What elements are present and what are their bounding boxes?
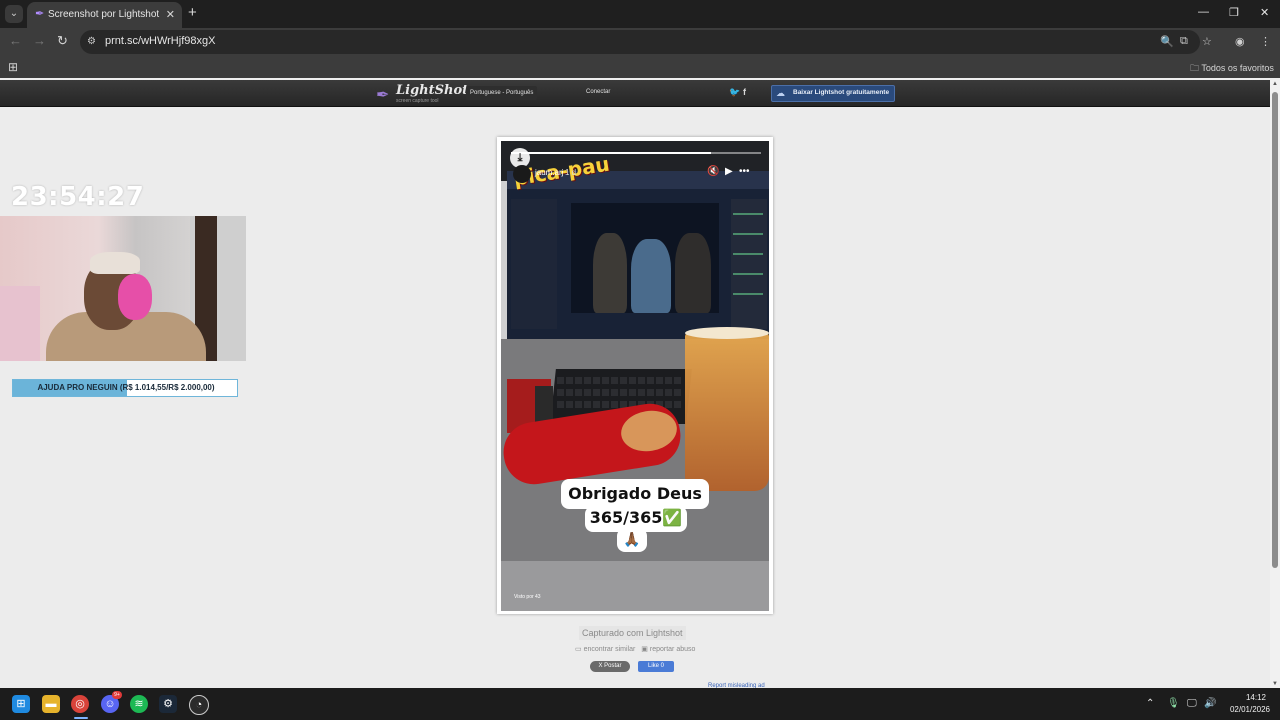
logo-tagline: screen capture tool xyxy=(396,98,439,104)
story-viewers: Visto por 43 xyxy=(514,594,541,600)
active-tab[interactable]: ✒ Screenshot por Lightshot ✕ xyxy=(27,2,182,28)
network-icon[interactable]: 🖵 xyxy=(1187,698,1197,709)
captured-with-lightshot[interactable]: Capturado com Lightshot xyxy=(579,626,686,640)
taskbar-date[interactable]: 02/01/2026 xyxy=(1224,705,1276,714)
find-similar-label: encontrar similar xyxy=(583,646,636,653)
url-text[interactable]: prnt.sc/wHWrHjf98xgX xyxy=(105,35,215,47)
forward-icon[interactable]: → xyxy=(33,34,46,47)
zoom-icon[interactable]: 🔍 xyxy=(1160,35,1174,48)
story-caption-line1: Obrigado Deus xyxy=(561,479,709,509)
lightshot-feather-icon: ✒ xyxy=(35,8,45,20)
stream-clock: 23:54:27 xyxy=(11,182,145,212)
download-label: Baixar Lightshot gratuitamente xyxy=(793,89,890,96)
tray-chevron-icon[interactable]: ⌃ xyxy=(1146,698,1154,709)
site-info-icon[interactable]: ⚙ xyxy=(87,36,96,47)
twitter-icon[interactable]: 🐦 xyxy=(729,87,740,98)
file-explorer-icon[interactable]: ▬ xyxy=(42,695,60,713)
lock-icon: ▣ xyxy=(641,646,648,653)
screenshot-image[interactable]: pica-pau ⤓ jaum.arj 1 d 🔇 ▶ ••• Obrigado… xyxy=(497,137,773,614)
more-icon: ••• xyxy=(739,166,750,177)
taskbar-time[interactable]: 14:12 xyxy=(1238,693,1274,702)
instagram-story: pica-pau ⤓ jaum.arj 1 d 🔇 ▶ ••• Obrigado… xyxy=(501,141,769,611)
facebook-icon[interactable]: f xyxy=(743,87,746,97)
story-caption-emoji: 🙏🏾 xyxy=(617,528,647,552)
tab-strip: ⌄ ✒ Screenshot por Lightshot ✕ + — ❐ ✕ xyxy=(0,0,1280,28)
address-bar[interactable]: ⚙ prnt.sc/wHWrHjf98xgX 🔍 ⧉ ☆ ◉ ⋮ xyxy=(80,30,1280,54)
active-app-indicator xyxy=(74,717,88,719)
window-close-icon[interactable]: ✕ xyxy=(1260,6,1269,19)
apps-grid-icon[interactable]: ⊞ xyxy=(8,60,18,74)
webcam-feed xyxy=(0,216,246,361)
connect-link[interactable]: Conectar xyxy=(586,89,610,95)
report-abuse-label: reportar abuso xyxy=(649,646,696,653)
story-username: jaum.arj xyxy=(535,168,564,177)
browser-toolbar: ← → ↻ ⚙ prnt.sc/wHWrHjf98xgX 🔍 ⧉ ☆ ◉ ⋮ xyxy=(0,28,1280,56)
report-abuse-link[interactable]: ▣ reportar abuso xyxy=(641,646,695,653)
discord-badge: 9+ xyxy=(112,691,122,699)
spotify-icon[interactable]: ≋ xyxy=(130,695,148,713)
play-icon: ▶ xyxy=(725,166,733,177)
bookmarks-bar: ⊞ 🗀 Todos os favoritos xyxy=(0,56,1280,78)
scroll-thumb[interactable] xyxy=(1272,92,1278,568)
story-progress-fill xyxy=(511,152,711,154)
story-time: 1 d xyxy=(565,168,577,177)
all-bookmarks-folder[interactable]: 🗀 Todos os favoritos xyxy=(1190,61,1274,77)
facebook-like-button[interactable]: Like 0 xyxy=(638,661,674,672)
image-actions: ▭ encontrar similar ▣ reportar abuso xyxy=(575,645,699,653)
obs-icon[interactable]: ◔ xyxy=(189,695,209,715)
microphone-icon[interactable]: 🎙 xyxy=(1167,698,1180,709)
donation-goal-bar: AJUDA PRO NEGUIN (R$ 1.014,55/R$ 2.000,0… xyxy=(12,379,238,397)
language-select[interactable]: Portuguese - Português xyxy=(466,86,538,100)
image-icon: ▭ xyxy=(575,646,582,653)
tab-close-icon[interactable]: ✕ xyxy=(166,8,175,21)
restore-icon[interactable]: ❐ xyxy=(1229,6,1239,19)
download-lightshot-button[interactable]: ☁ Baixar Lightshot gratuitamente xyxy=(771,85,895,102)
tab-title: Screenshot por Lightshot xyxy=(48,9,160,20)
minimize-icon[interactable]: — xyxy=(1198,6,1209,18)
x-post-button[interactable]: X Postar xyxy=(590,661,630,672)
steam-icon[interactable]: ⚙ xyxy=(159,695,177,713)
back-icon[interactable]: ← xyxy=(9,34,22,47)
windows-start-icon[interactable]: ⊞ xyxy=(12,695,30,713)
menu-icon[interactable]: ⋮ xyxy=(1260,35,1271,48)
install-app-icon[interactable]: ⧉ xyxy=(1180,35,1188,48)
feather-icon: ✒ xyxy=(376,87,390,104)
drink-glass xyxy=(685,331,769,491)
goal-label: AJUDA PRO NEGUIN (R$ 1.014,55/R$ 2.000,0… xyxy=(37,383,215,392)
bookmark-star-icon[interactable]: ☆ xyxy=(1202,35,1212,48)
reload-icon[interactable]: ↻ xyxy=(57,34,68,47)
story-progress xyxy=(511,152,761,154)
tab-search-button[interactable]: ⌄ xyxy=(5,5,23,23)
scroll-down-icon[interactable]: ▼ xyxy=(1272,681,1278,687)
avatar xyxy=(513,165,531,183)
all-bookmarks-label: Todos os favoritos xyxy=(1201,63,1274,73)
folder-icon: 🗀 xyxy=(1190,63,1200,73)
volume-icon[interactable]: 🔊 xyxy=(1204,698,1216,709)
headset-icon xyxy=(118,274,152,320)
download-cloud-icon: ☁ xyxy=(776,88,785,98)
find-similar-link[interactable]: ▭ encontrar similar xyxy=(575,646,635,653)
logo-text: LightShot xyxy=(396,83,469,98)
mute-icon: 🔇 xyxy=(707,166,720,177)
chrome-icon[interactable]: ◎ xyxy=(71,695,89,713)
profile-icon[interactable]: ◉ xyxy=(1235,35,1245,48)
page-scrollbar[interactable]: ▲ ▼ xyxy=(1270,80,1280,688)
scroll-up-icon[interactable]: ▲ xyxy=(1272,81,1278,87)
lightshot-header: ✒ LightShot screen capture tool Portugue… xyxy=(0,80,1280,107)
taskbar: ⊞ ▬ ◎ ☺ 9+ ≋ ⚙ ◔ ⌃ 🎙 🖵 🔊 14:12 02/01/202… xyxy=(0,688,1280,720)
new-tab-button[interactable]: + xyxy=(188,5,197,20)
